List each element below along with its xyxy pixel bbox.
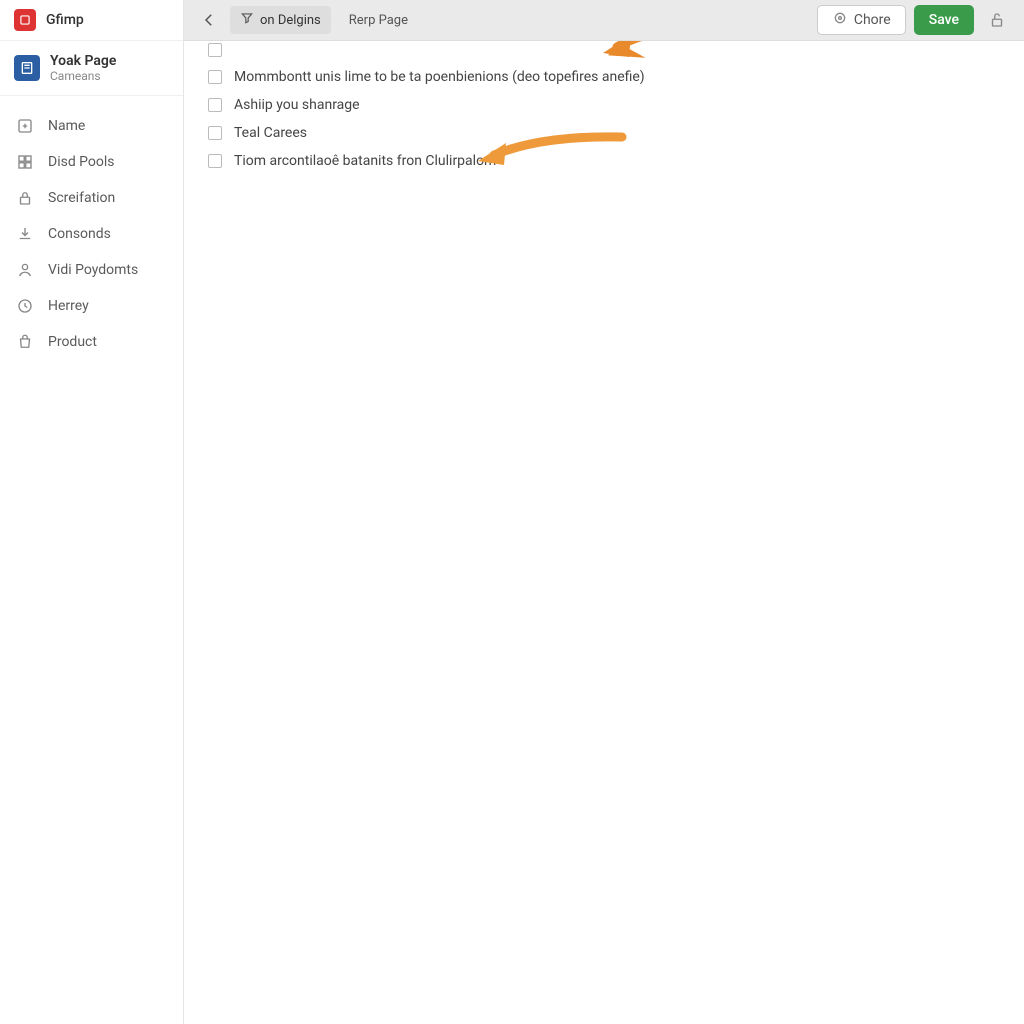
nav-label: Product xyxy=(48,334,97,350)
save-button[interactable]: Save xyxy=(914,5,974,35)
chore-button[interactable]: Chore xyxy=(817,5,906,35)
checklist-item[interactable]: Ashiip you shanrage xyxy=(184,91,1024,119)
grid-icon xyxy=(16,153,34,171)
target-icon xyxy=(832,10,848,30)
clock-icon xyxy=(16,297,34,315)
page-title: Yoak Page xyxy=(50,53,116,69)
chore-label: Chore xyxy=(854,12,891,28)
nav-item-consonds[interactable]: Consonds xyxy=(0,216,183,252)
nav-label: Disd Pools xyxy=(48,154,115,170)
user-icon xyxy=(16,261,34,279)
nav-item-product[interactable]: Product xyxy=(0,324,183,360)
nav: Name Disd Pools Screifation Consonds Vid… xyxy=(0,102,183,366)
checkbox[interactable] xyxy=(208,70,222,84)
checklist-label: Mommbontt unis lime to be ta poenbienion… xyxy=(234,69,645,85)
filter-chip-label: on Delgins xyxy=(260,13,321,28)
topbar: on Delgins Rerp Page Chore Save xyxy=(184,0,1024,41)
square-plus-icon xyxy=(16,117,34,135)
nav-label: Vidi Poydomts xyxy=(48,262,138,278)
back-button[interactable] xyxy=(196,7,222,33)
page-block[interactable]: Yoak Page Cameans xyxy=(0,41,183,96)
nav-item-screifation[interactable]: Screifation xyxy=(0,180,183,216)
sidebar: Gfimp Yoak Page Cameans Name Disd Pools xyxy=(0,0,184,1024)
nav-item-name[interactable]: Name xyxy=(0,108,183,144)
tab-rerp-page[interactable]: Rerp Page xyxy=(339,9,418,32)
nav-label: Screifation xyxy=(48,190,115,206)
checklist-item[interactable]: Tiom arcontilaoê batanits fron Clulirpal… xyxy=(184,147,1024,175)
checkbox[interactable] xyxy=(208,154,222,168)
checklist-label: Tiom arcontilaoê batanits fron Clulirpal… xyxy=(234,153,496,169)
save-label: Save xyxy=(929,12,959,28)
lock-icon xyxy=(16,189,34,207)
nav-label: Name xyxy=(48,118,85,134)
content: Mommbontt unis lime to be ta poenbienion… xyxy=(184,41,1024,1024)
main: on Delgins Rerp Page Chore Save Mommb xyxy=(184,0,1024,1024)
brand-icon xyxy=(14,9,36,31)
nav-label: Herrey xyxy=(48,298,89,314)
checkbox[interactable] xyxy=(208,126,222,140)
nav-item-herrey[interactable]: Herrey xyxy=(0,288,183,324)
checklist-item[interactable] xyxy=(184,43,1024,63)
bag-icon xyxy=(16,333,34,351)
filter-icon xyxy=(240,11,254,29)
nav-label: Consonds xyxy=(48,226,111,242)
page-icon xyxy=(14,55,40,81)
checklist-label: Ashiip you shanrage xyxy=(234,97,360,113)
filter-chip[interactable]: on Delgins xyxy=(230,6,331,34)
checkbox[interactable] xyxy=(208,98,222,112)
nav-item-pools[interactable]: Disd Pools xyxy=(0,144,183,180)
checklist-item[interactable]: Mommbontt unis lime to be ta poenbienion… xyxy=(184,63,1024,91)
checklist-item[interactable]: Teal Carees xyxy=(184,119,1024,147)
checklist-label: Teal Carees xyxy=(234,125,307,141)
brand-label: Gfimp xyxy=(46,12,84,28)
nav-item-poydomts[interactable]: Vidi Poydomts xyxy=(0,252,183,288)
checkbox[interactable] xyxy=(208,43,222,57)
page-subtitle: Cameans xyxy=(50,69,116,83)
download-icon xyxy=(16,225,34,243)
brand[interactable]: Gfimp xyxy=(0,0,183,41)
lock-button[interactable] xyxy=(982,5,1012,35)
